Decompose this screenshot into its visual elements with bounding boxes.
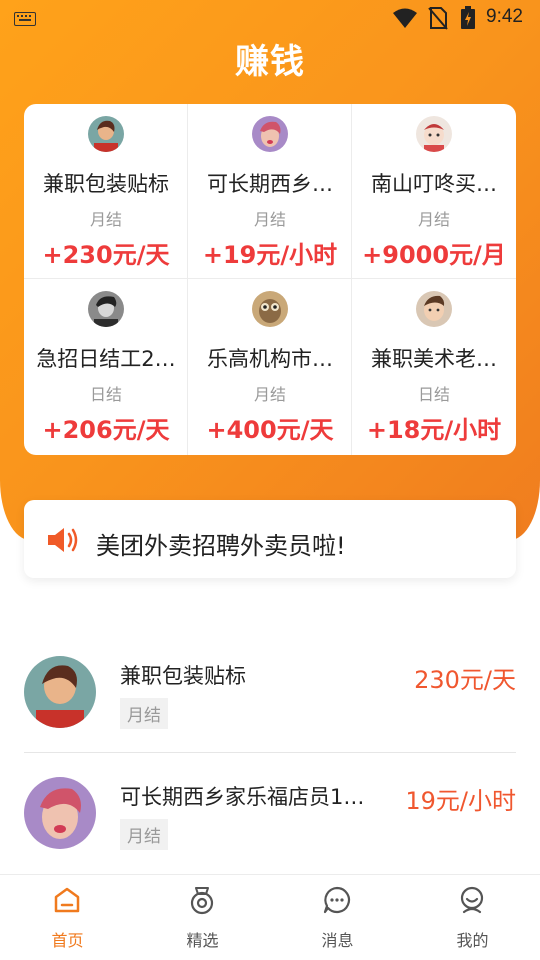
bottom-tab-bar: 首页 精选 消息 我的: [0, 874, 540, 960]
featured-job-card[interactable]: 乐高机构市… 月结 +400元/天: [188, 279, 352, 455]
job-title: 兼职包装贴标: [120, 664, 246, 688]
clock: 9:42: [486, 6, 523, 27]
announcement-banner[interactable]: 美团外卖招聘外卖员啦!: [24, 500, 516, 578]
doll-avatar: [416, 116, 452, 152]
tab-messages[interactable]: 消息: [270, 875, 405, 960]
pay-cycle-tag: 月结: [120, 698, 168, 729]
featured-job-title: 急招日结工2…: [36, 347, 176, 371]
tab-featured[interactable]: 精选: [135, 875, 270, 960]
pay-cycle: 月结: [253, 385, 286, 404]
no-sim-icon: [428, 7, 448, 30]
featured-job-title: 兼职美术老…: [371, 347, 497, 371]
featured-job-title: 南山叮咚买…: [371, 172, 497, 196]
announcement-text: 美团外卖招聘外卖员啦!: [96, 532, 346, 560]
featured-job-card[interactable]: 兼职美术老… 日结 +18元/小时: [352, 279, 516, 455]
featured-job-title: 可长期西乡…: [207, 172, 333, 196]
medal-icon: [190, 887, 214, 915]
salary: +9000元/月: [362, 241, 506, 269]
keyboard-icon: [14, 12, 36, 26]
pay-cycle: 月结: [417, 210, 450, 229]
featured-job-title: 兼职包装贴标: [43, 172, 169, 196]
salary: +206元/天: [42, 416, 170, 444]
job-list-item[interactable]: 兼职包装贴标 月结 230元/天: [24, 656, 516, 776]
tab-label: 消息: [321, 931, 354, 950]
girl-red-shirt-avatar: [24, 656, 96, 728]
tab-label: 精选: [186, 931, 219, 950]
wifi-icon: [393, 8, 417, 28]
featured-job-card[interactable]: 可长期西乡… 月结 +19元/小时: [188, 104, 352, 279]
battery-charging-icon: [461, 6, 475, 29]
tab-home[interactable]: 首页: [0, 875, 135, 960]
pay-cycle-tag: 月结: [120, 819, 168, 850]
divider: [24, 752, 516, 753]
pay-cycle: 月结: [253, 210, 286, 229]
salary: +18元/小时: [366, 416, 502, 444]
salary: +400元/天: [206, 416, 334, 444]
pay-cycle: 日结: [89, 385, 122, 404]
purple-face-avatar: [24, 777, 96, 849]
featured-jobs-grid: 兼职包装贴标 月结 +230元/天 可长期西乡… 月结 +19元/小时 南山叮咚…: [24, 104, 516, 455]
tab-profile[interactable]: 我的: [405, 875, 540, 960]
chat-icon: [323, 886, 351, 914]
job-title: 可长期西乡家乐福店员1…: [120, 785, 365, 809]
featured-job-card[interactable]: 兼职包装贴标 月结 +230元/天: [24, 104, 188, 279]
salary: +230元/天: [42, 241, 170, 269]
speaker-icon: [48, 528, 78, 552]
salary: +19元/小时: [202, 241, 338, 269]
owl-avatar: [252, 291, 288, 327]
pay-cycle: 日结: [417, 385, 450, 404]
tab-label: 我的: [456, 931, 489, 950]
girl-red-shirt-avatar: [88, 116, 124, 152]
featured-job-card[interactable]: 急招日结工2… 日结 +206元/天: [24, 279, 188, 455]
status-bar: 9:42: [0, 0, 540, 36]
baby-avatar: [416, 291, 452, 327]
bw-portrait-avatar: [88, 291, 124, 327]
featured-job-title: 乐高机构市…: [207, 347, 333, 371]
page-title: 赚钱: [235, 42, 305, 82]
featured-job-card[interactable]: 南山叮咚买… 月结 +9000元/月: [352, 104, 516, 279]
home-icon: [54, 887, 80, 913]
tab-label: 首页: [51, 931, 84, 950]
job-salary: 230元/天: [414, 666, 516, 694]
purple-face-avatar: [252, 116, 288, 152]
profile-icon: [460, 886, 484, 914]
job-salary: 19元/小时: [405, 787, 516, 815]
pay-cycle: 月结: [89, 210, 122, 229]
